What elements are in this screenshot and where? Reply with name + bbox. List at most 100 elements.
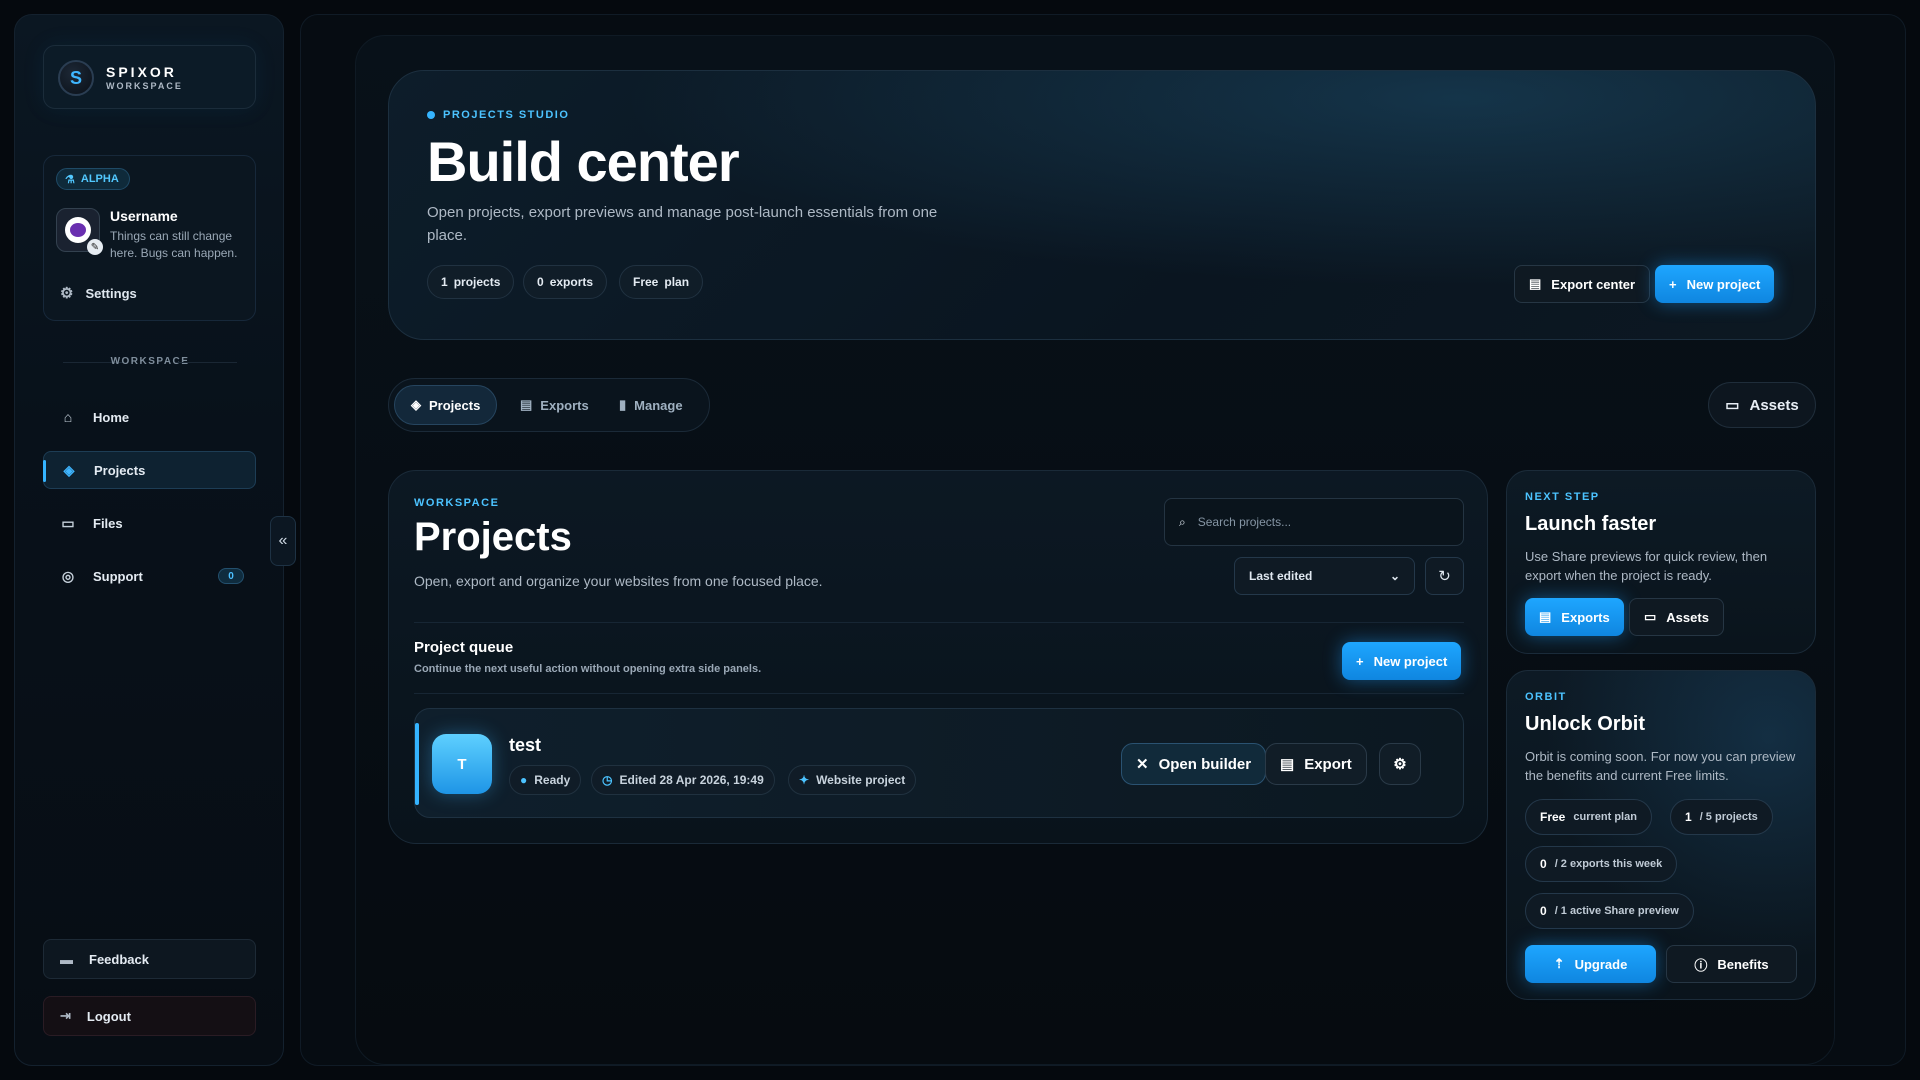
lifebuoy-icon: ◎ [61, 567, 75, 584]
folder-icon: ▭ [61, 514, 75, 531]
button-label: Exports [1561, 609, 1610, 625]
type-label: Website project [816, 773, 906, 787]
button-label: Assets [1749, 396, 1799, 414]
page-title: Build center [427, 130, 740, 193]
collapse-sidebar-button[interactable]: « [270, 516, 296, 566]
chip-label: / 5 projects [1699, 811, 1758, 823]
orbit-card: ORBIT Unlock Orbit Orbit is coming soon.… [1506, 670, 1816, 1000]
new-project-button[interactable]: + New project [1655, 265, 1775, 303]
button-label: Export center [1551, 276, 1636, 292]
tab-projects[interactable]: ◈ Projects [394, 385, 498, 425]
hero-eyebrow: PROJECTS STUDIO [427, 109, 569, 121]
panel-title: Projects [414, 515, 572, 559]
settings-link[interactable]: ⚙ Settings [60, 280, 137, 306]
section-label-workspace: WORKSPACE [110, 356, 190, 367]
alpha-badge-label: ALPHA [80, 173, 119, 185]
projects-panel: WORKSPACE Projects Open, export and orga… [388, 470, 1488, 844]
card-assets-button[interactable]: ▭ Assets [1629, 598, 1724, 636]
edited-badge: ◷ Edited 28 Apr 2026, 19:49 [591, 765, 775, 795]
settings-label: Settings [85, 285, 137, 301]
home-icon: ⌂ [63, 409, 73, 425]
logout-icon: ⇥ [60, 1008, 71, 1023]
archive-icon: ▤ [520, 397, 533, 412]
benefits-button[interactable]: ⓘ Benefits [1666, 945, 1797, 983]
pill-label: exports [549, 275, 594, 289]
queue-title: Project queue [414, 639, 514, 656]
pill-label: plan [664, 275, 690, 289]
chevron-down-icon: ⌄ [1389, 569, 1400, 583]
sidebar-item-files[interactable]: ▭ Files [43, 504, 256, 542]
project-avatar: T [432, 734, 492, 794]
check-circle-icon: ● [520, 773, 528, 787]
export-center-button[interactable]: ▤ Export center [1514, 265, 1651, 303]
tab-exports[interactable]: ▤ Exports [504, 385, 605, 425]
folder-open-icon: ▭ [1725, 397, 1740, 414]
hero-banner: PROJECTS STUDIO Build center Open projec… [388, 70, 1816, 340]
project-row[interactable]: T test ● Ready ◷ Edited 28 Apr 2026, 19:… [414, 708, 1464, 818]
projects-limit-chip: 1 / 5 projects [1670, 799, 1773, 835]
divider [414, 622, 1464, 623]
plus-icon: + [1356, 653, 1364, 669]
queue-new-project-button[interactable]: + New project [1342, 642, 1462, 680]
status-dot-icon [427, 111, 435, 119]
button-label: New project [1686, 276, 1761, 292]
exports-button[interactable]: ▤ Exports [1525, 598, 1624, 636]
pill-label: projects [453, 275, 501, 289]
export-button[interactable]: ▤ Export [1265, 743, 1367, 785]
tab-manage[interactable]: ▮ Manage [603, 385, 699, 425]
support-count-badge: 0 [218, 568, 244, 584]
brand-card[interactable]: S SPIXOR WORKSPACE [43, 45, 256, 109]
pill-value: Free [633, 275, 659, 289]
plan-chip: Free current plan [1525, 799, 1652, 835]
button-label: Benefits [1717, 956, 1769, 972]
pill-value: 1 [441, 275, 448, 289]
edit-avatar-icon[interactable]: ✎ [87, 239, 103, 255]
card-eyebrow: ORBIT [1525, 691, 1567, 703]
divider [177, 362, 237, 363]
feedback-button[interactable]: ▬ Feedback [43, 939, 256, 979]
panel-description: Open, export and organize your websites … [414, 573, 823, 589]
bar-chart-icon: ▮ [619, 397, 627, 412]
type-badge: ✦ Website project [788, 765, 917, 795]
status-badge: ● Ready [509, 765, 582, 795]
tab-label: Exports [540, 397, 589, 413]
upgrade-button[interactable]: ⇡ Upgrade [1525, 945, 1656, 983]
avatar[interactable]: ✎ [56, 208, 103, 255]
open-builder-button[interactable]: ✕ Open builder [1121, 743, 1267, 785]
search-placeholder: Search projects... [1197, 515, 1292, 529]
queue-description: Continue the next useful action without … [414, 663, 762, 675]
project-settings-button[interactable]: ⚙ [1379, 743, 1421, 785]
sidebar-item-projects[interactable]: ◈ Projects [43, 451, 256, 489]
card-description: Orbit is coming soon. For now you can pr… [1525, 749, 1796, 783]
logout-button[interactable]: ⇥ Logout [43, 996, 256, 1036]
info-icon: ⓘ [1694, 957, 1708, 973]
hero-eyebrow-label: PROJECTS STUDIO [443, 109, 570, 121]
chip-label: / 2 exports this week [1554, 858, 1663, 870]
hero-description: Open projects, export previews and manag… [427, 204, 938, 244]
chip-value: 1 [1685, 810, 1692, 824]
sidebar-item-home[interactable]: ⌂ Home [43, 398, 256, 436]
chip-label: / 1 active Share preview [1554, 905, 1679, 917]
status-label: Ready [534, 773, 571, 787]
card-description: Use Share previews for quick review, the… [1525, 549, 1768, 583]
project-name: test [509, 735, 542, 755]
sort-select[interactable]: Last edited ⌄ [1234, 557, 1415, 595]
brand-name: SPIXOR [106, 64, 177, 80]
user-description: Things can still change here. Bugs can h… [110, 229, 238, 260]
refresh-button[interactable]: ↻ [1425, 557, 1464, 595]
plan-pill: Free plan [619, 265, 704, 299]
tab-label: Manage [634, 397, 683, 413]
sort-value: Last edited [1249, 569, 1313, 583]
assets-button[interactable]: ▭ Assets [1708, 382, 1816, 428]
upgrade-icon: ⇡ [1553, 956, 1565, 971]
chip-label: current plan [1573, 811, 1637, 823]
layers-icon: ◈ [411, 397, 421, 412]
button-label: Open builder [1158, 755, 1252, 773]
pill-value: 0 [537, 275, 544, 289]
tab-label: Projects [429, 397, 481, 413]
magic-wand-icon: ✦ [799, 773, 810, 787]
button-label: Export [1304, 755, 1352, 773]
sidebar-item-support[interactable]: ◎ Support 0 [43, 557, 256, 595]
search-input[interactable]: ⌕ Search projects... [1164, 498, 1464, 546]
tools-icon: ✕ [1136, 756, 1149, 773]
